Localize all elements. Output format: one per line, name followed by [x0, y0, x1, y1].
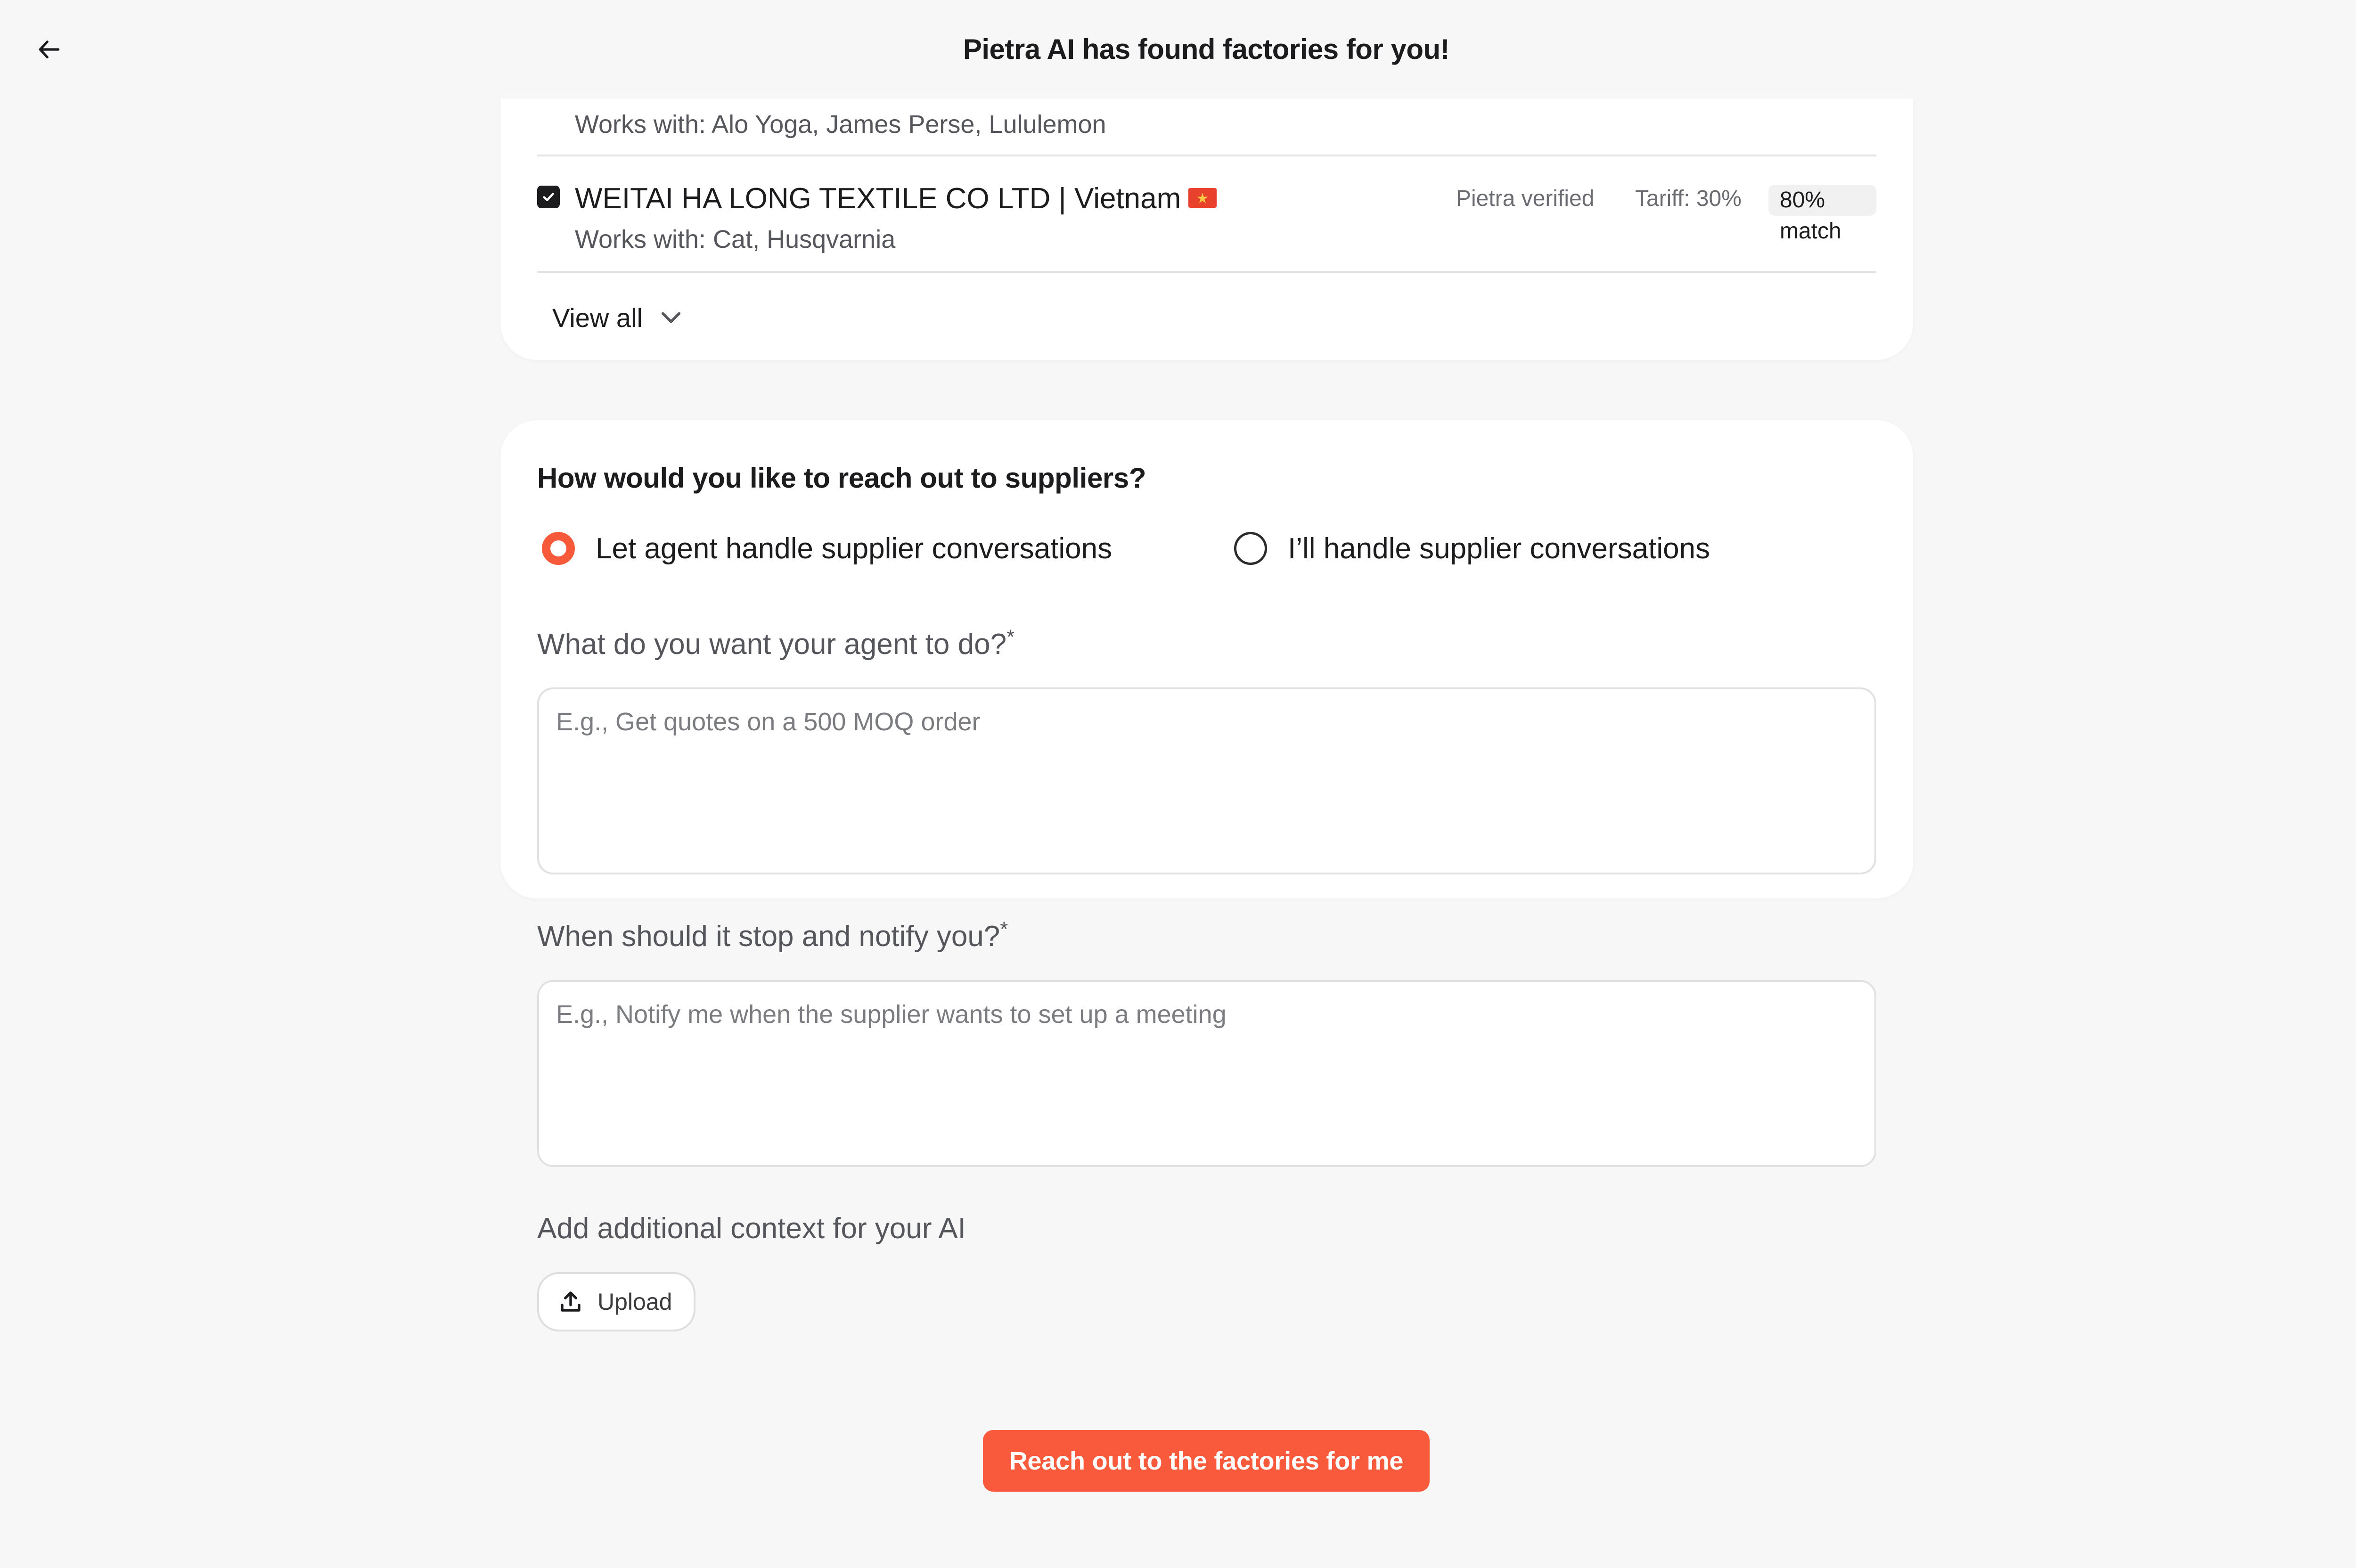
upload-button[interactable]: Upload: [537, 1272, 695, 1331]
stop-condition-label-text: When should it stop and notify you?: [537, 920, 1000, 953]
agent-task-label: What do you want your agent to do?*: [537, 625, 1015, 661]
tariff-label: Tariff: 30%: [1635, 186, 1742, 211]
match-badge: 80% match: [1768, 185, 1876, 244]
factory-name-text: WEITAI HA LONG TEXTILE CO LTD | Vietnam: [575, 182, 1181, 215]
stop-condition-label: When should it stop and notify you?*: [537, 917, 1008, 953]
upload-label: Upload: [597, 1289, 672, 1315]
required-mark: *: [1000, 917, 1008, 941]
context-label: Add additional context for your AI: [537, 1212, 966, 1245]
factory-list-card: Works with: Alo Yoga, James Perse, Lulul…: [500, 98, 1913, 360]
factory-row: WEITAI HA LONG TEXTILE CO LTD | Vietnam …: [537, 173, 1876, 244]
chevron-down-icon: [661, 312, 681, 323]
radio-option-self-label: I’ll handle supplier conversations: [1288, 532, 1710, 565]
radio-option-agent[interactable]: Let agent handle supplier conversations: [542, 530, 1112, 567]
factory-works-with: Works with: Cat, Husqvarnia: [575, 225, 896, 253]
outreach-card: How would you like to reach out to suppl…: [500, 420, 1913, 1245]
vietnam-flag-icon: [1188, 188, 1217, 208]
agent-task-input[interactable]: [537, 687, 1876, 874]
radio-unselected-icon[interactable]: [1234, 532, 1267, 565]
divider: [537, 271, 1876, 273]
factory-checkbox[interactable]: [537, 186, 560, 208]
divider: [537, 155, 1876, 156]
checkmark-icon: [543, 193, 554, 201]
agent-task-label-text: What do you want your agent to do?: [537, 628, 1007, 661]
page-title: Pietra AI has found factories for you!: [963, 33, 1450, 65]
radio-selected-icon[interactable]: [542, 532, 575, 565]
factory-name: WEITAI HA LONG TEXTILE CO LTD | Vietnam: [575, 173, 1217, 225]
verified-label: Pietra verified: [1456, 186, 1595, 211]
radio-option-self[interactable]: I’ll handle supplier conversations: [1234, 530, 1710, 567]
reach-out-button[interactable]: Reach out to the factories for me: [983, 1430, 1430, 1492]
top-bar: Pietra AI has found factories for you!: [0, 0, 2356, 98]
outreach-question: How would you like to reach out to suppl…: [537, 462, 1146, 494]
stop-condition-input[interactable]: [537, 980, 1876, 1167]
previous-factory-works-with: Works with: Alo Yoga, James Perse, Lulul…: [575, 110, 1106, 139]
required-mark: *: [1006, 625, 1015, 649]
back-button[interactable]: [29, 29, 69, 69]
view-all-button[interactable]: View all: [552, 292, 683, 343]
radio-option-agent-label: Let agent handle supplier conversations: [596, 532, 1113, 565]
arrow-left-icon: [39, 40, 59, 58]
upload-icon: [561, 1291, 581, 1312]
view-all-label: View all: [552, 302, 643, 333]
